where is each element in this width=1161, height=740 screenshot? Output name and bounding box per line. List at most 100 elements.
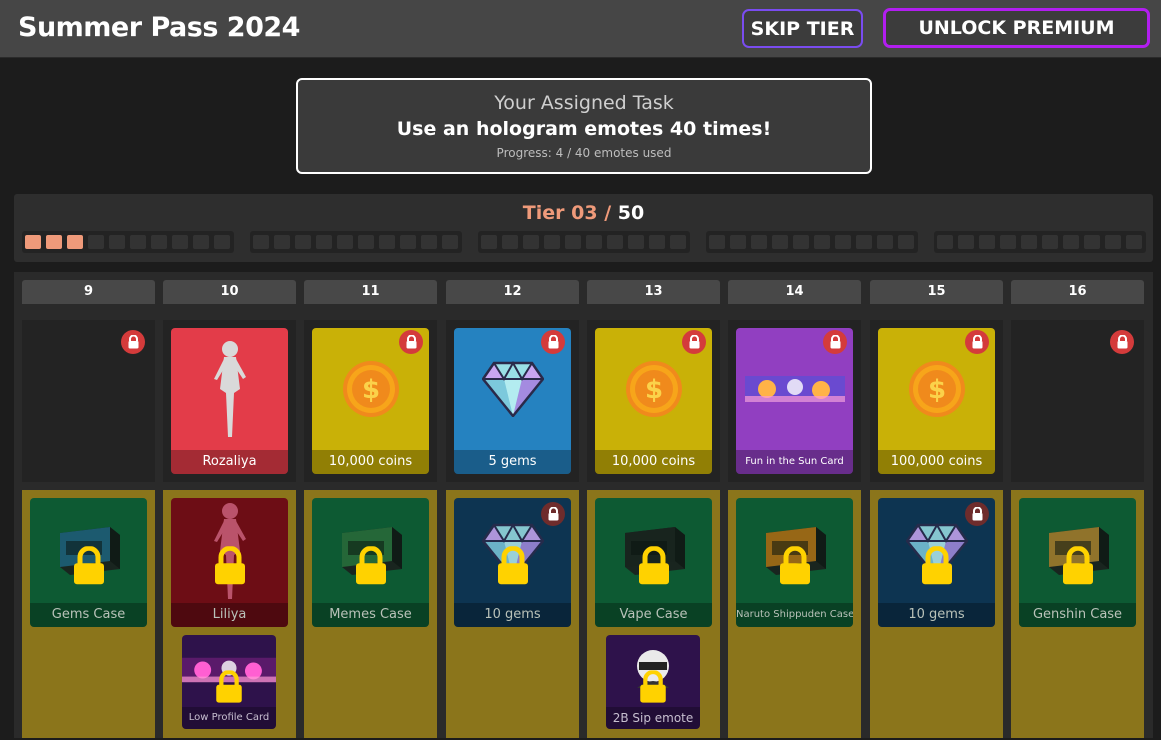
reward-label: 5 gems [454, 450, 571, 474]
svg-text:$: $ [361, 375, 379, 405]
tier-segment-group [934, 231, 1146, 253]
tier-pip [172, 235, 188, 249]
tier-column: 10 Rozaliya Liliya Low Profile Card [163, 280, 296, 738]
svg-text:$: $ [927, 375, 945, 405]
tier-column: 9 Gems Case [22, 280, 155, 738]
free-reward-card[interactable]: Rozaliya [171, 328, 288, 474]
reward-label: Naruto Shippuden Case [736, 603, 853, 627]
tier-pip [709, 235, 725, 249]
free-reward-slot: $100,000 coins [870, 320, 1003, 482]
tier-pip [1021, 235, 1037, 249]
premium-reward-card[interactable]: Genshin Case [1019, 498, 1136, 627]
tier-pip [877, 235, 893, 249]
tier-number: 10 [163, 280, 296, 304]
reward-label: 10 gems [454, 603, 571, 627]
tier-pip [772, 235, 788, 249]
premium-reward-slot: Genshin Case [1011, 490, 1144, 738]
tier-number: 15 [870, 280, 1003, 304]
tier-pip [793, 235, 809, 249]
reward-label: Vape Case [595, 603, 712, 627]
padlock-icon [777, 545, 813, 590]
tier-pip [751, 235, 767, 249]
padlock-icon [638, 669, 669, 707]
premium-bonus-card[interactable]: Low Profile Card [182, 635, 276, 729]
skip-tier-button[interactable]: SKIP TIER [742, 9, 863, 48]
tier-number: 12 [446, 280, 579, 304]
tier-segment-group [22, 231, 234, 253]
tier-pip [316, 235, 332, 249]
padlock-icon [353, 545, 389, 590]
tier-pip [358, 235, 374, 249]
tier-pip [607, 235, 623, 249]
tier-segment-group [250, 231, 462, 253]
svg-text:$: $ [644, 375, 662, 405]
premium-reward-slot: Naruto Shippuden Case [728, 490, 861, 738]
premium-reward-slot: Gems Case [22, 490, 155, 738]
tier-pip [937, 235, 953, 249]
unlock-premium-button[interactable]: UNLOCK PREMIUM [883, 8, 1150, 48]
tier-pip [421, 235, 437, 249]
tier-pip [379, 235, 395, 249]
premium-bonus-card[interactable]: 2B Sip emote [606, 635, 700, 729]
tier-pip [1042, 235, 1058, 249]
free-reward-slot [1011, 320, 1144, 482]
tier-pip [898, 235, 914, 249]
tier-column: 12 5 gems 10 gems [446, 280, 579, 738]
premium-reward-slot: 10 gems [870, 490, 1003, 738]
tier-column: 16 Genshin Case [1011, 280, 1144, 738]
tier-pip [442, 235, 458, 249]
tier-pip [1105, 235, 1121, 249]
reward-label: 2B Sip emote [606, 707, 700, 729]
lock-icon [121, 330, 145, 354]
premium-reward-card[interactable]: 10 gems [454, 498, 571, 627]
reward-label: Gems Case [30, 603, 147, 627]
padlock-icon [495, 545, 531, 590]
lock-icon [541, 330, 565, 354]
tier-pip [274, 235, 290, 249]
premium-reward-card[interactable]: Gems Case [30, 498, 147, 627]
tier-segment-group [478, 231, 690, 253]
free-reward-slot: Fun in the Sun Card [728, 320, 861, 482]
tier-pip [253, 235, 269, 249]
padlock-icon [919, 545, 955, 590]
tier-column: 11 $10,000 coins Memes Case [304, 280, 437, 738]
free-reward-slot: $10,000 coins [304, 320, 437, 482]
tier-pip [628, 235, 644, 249]
premium-reward-slot: Liliya Low Profile Card [163, 490, 296, 738]
premium-reward-card[interactable]: 10 gems [878, 498, 995, 627]
tier-pip [835, 235, 851, 249]
tier-number: 14 [728, 280, 861, 304]
task-progress: Progress: 4 / 40 emotes used [496, 146, 672, 160]
tier-segments [22, 231, 1146, 253]
tier-pip [1000, 235, 1016, 249]
tier-pip [523, 235, 539, 249]
tier-pip [1084, 235, 1100, 249]
task-heading: Your Assigned Task [494, 92, 674, 114]
premium-reward-card[interactable]: Liliya [171, 498, 288, 627]
tier-pip [400, 235, 416, 249]
reward-label: 10 gems [878, 603, 995, 627]
tier-pip [193, 235, 209, 249]
tier-separator: / [597, 202, 618, 224]
tier-number: 13 [587, 280, 720, 304]
tier-pip [214, 235, 230, 249]
tier-pip [649, 235, 665, 249]
tier-column: 13 $10,000 coins Vape Case 2B Sip emote [587, 280, 720, 738]
tier-pip [730, 235, 746, 249]
reward-label: 10,000 coins [312, 450, 429, 474]
premium-reward-slot: Memes Case [304, 490, 437, 738]
tier-pip [295, 235, 311, 249]
premium-reward-card[interactable]: Naruto Shippuden Case [736, 498, 853, 627]
tier-pip [337, 235, 353, 249]
tier-pip-completed [67, 235, 83, 249]
tier-pip [856, 235, 872, 249]
tier-pip-completed [46, 235, 62, 249]
premium-reward-slot: Vape Case 2B Sip emote [587, 490, 720, 738]
tier-progress-bar: Tier 03 / 50 [14, 194, 1153, 262]
lock-icon [541, 502, 565, 526]
premium-reward-card[interactable]: Memes Case [312, 498, 429, 627]
premium-reward-card[interactable]: Vape Case [595, 498, 712, 627]
tier-pip [586, 235, 602, 249]
tier-label: Tier 03 / 50 [14, 202, 1153, 224]
tier-number: 11 [304, 280, 437, 304]
